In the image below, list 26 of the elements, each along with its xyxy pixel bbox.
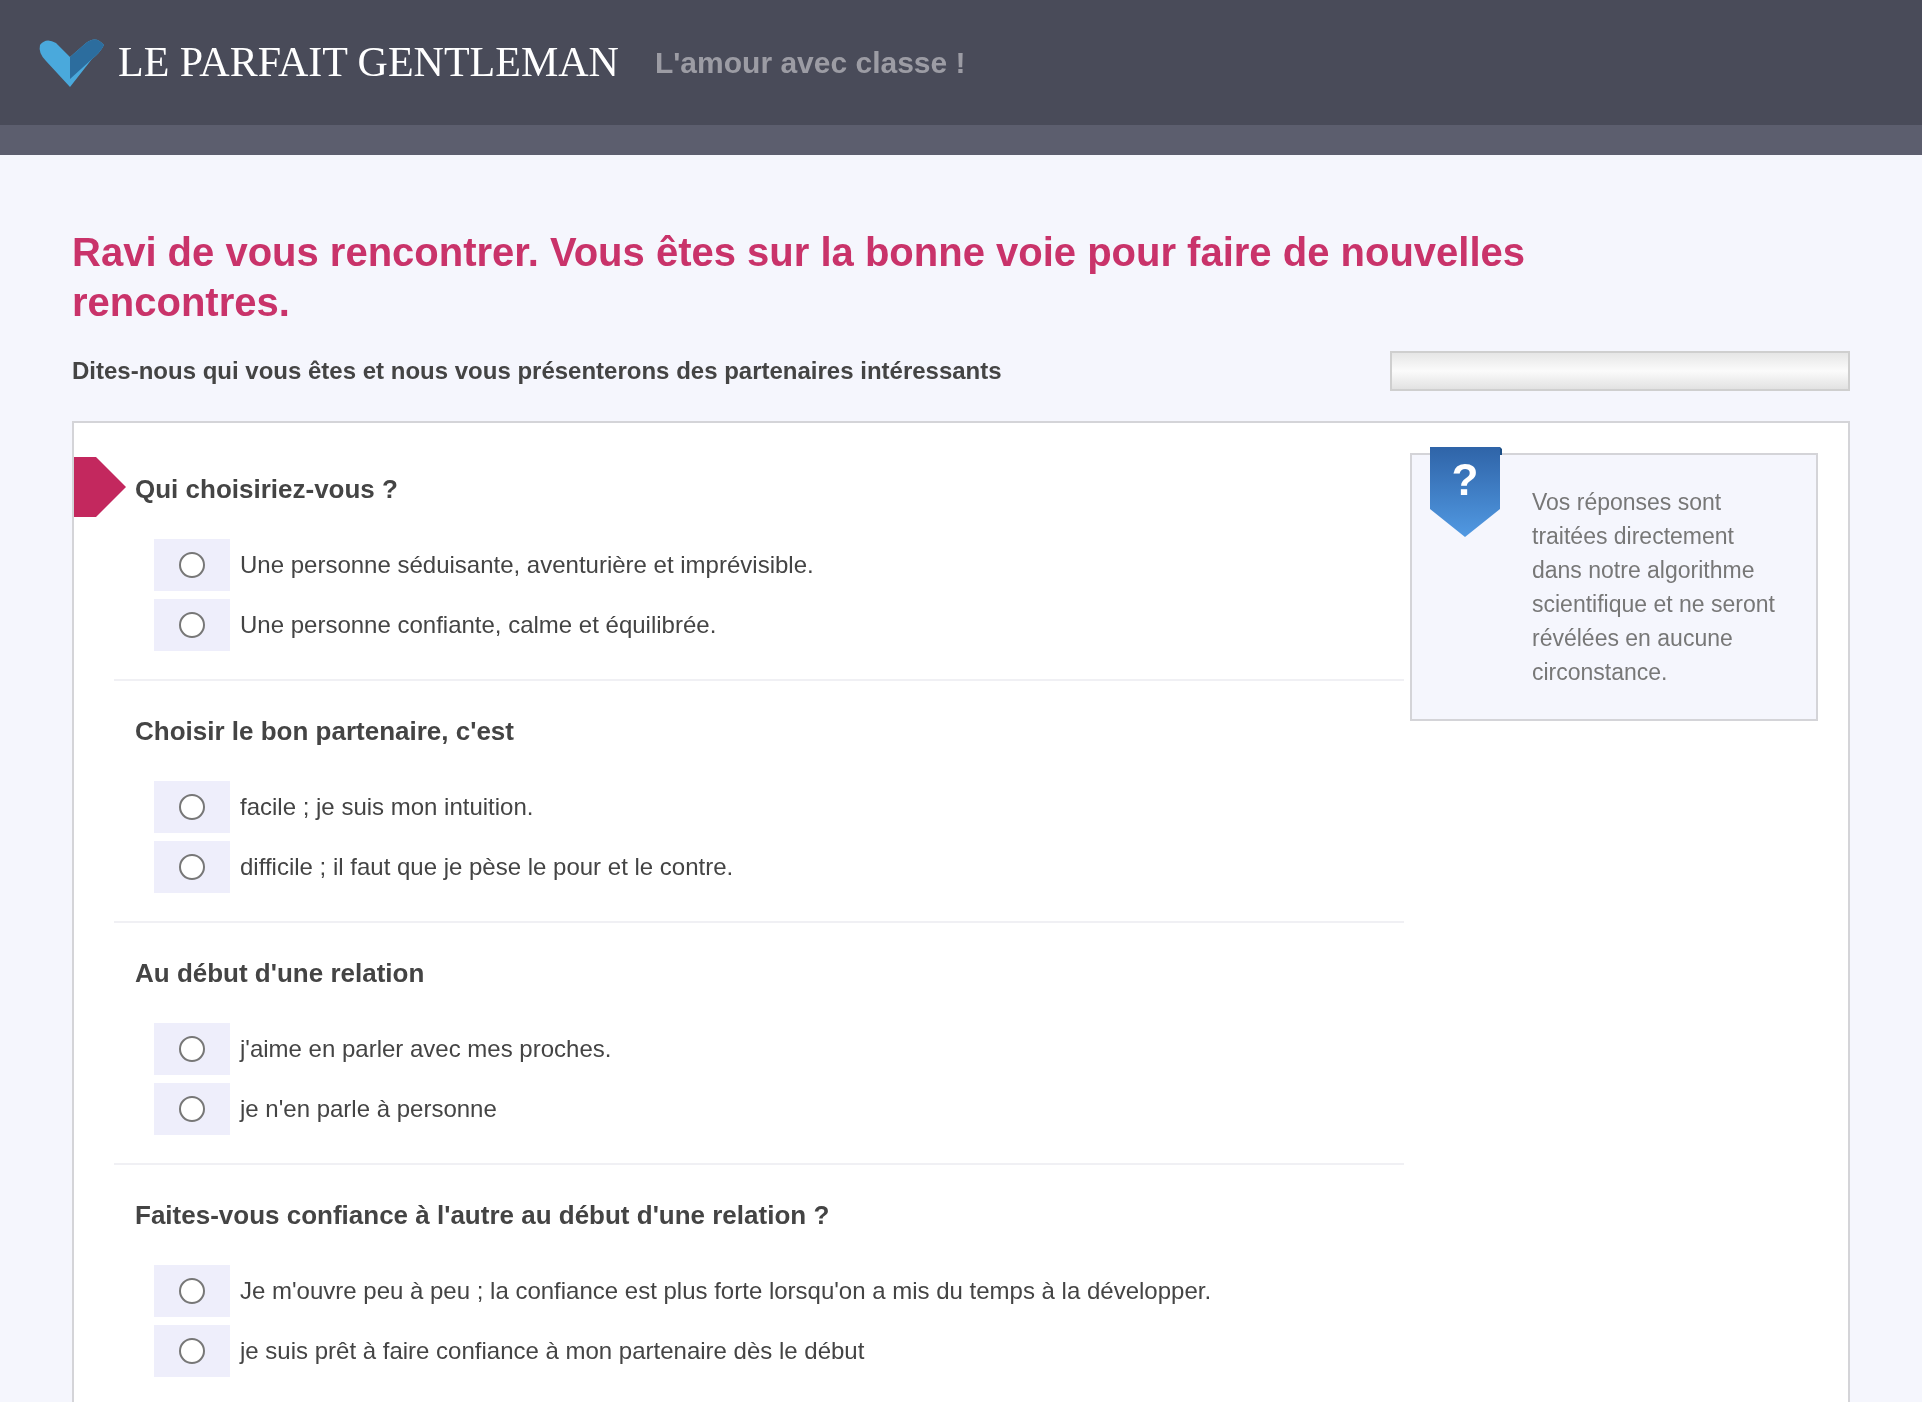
radio-button[interactable] <box>179 552 205 578</box>
radio-button[interactable] <box>179 612 205 638</box>
option-label[interactable]: Je m'ouvre peu à peu ; la confiance est plus forte lorsqu'on a mis du temps à la développer. <box>240 1273 1212 1309</box>
question-title: Faites-vous confiance à l'autre au début d'une relation ? <box>135 1198 830 1232</box>
option-label[interactable]: facile ; je suis mon intuition. <box>240 789 534 825</box>
question-badge-icon: ? <box>1430 447 1502 537</box>
option-label[interactable]: difficile ; il faut que je pèse le pour et le contre. <box>240 849 734 885</box>
question-title: Au début d'une relation <box>135 956 425 990</box>
radio-button[interactable] <box>179 1036 205 1062</box>
radio-button[interactable] <box>179 794 205 820</box>
tagline: L'amour avec classe ! <box>654 45 966 81</box>
option-label[interactable]: je n'en parle à personne <box>240 1091 497 1127</box>
option-label[interactable]: je suis prêt à faire confiance à mon partenaire dès le début <box>240 1333 865 1369</box>
option-label[interactable]: j'aime en parler avec mes proches. <box>240 1031 612 1067</box>
option-label[interactable]: Une personne confiante, calme et équilibrée. <box>240 607 717 643</box>
option-label[interactable]: Une personne séduisante, aventurière et imprévisible. <box>240 547 814 583</box>
radio-button[interactable] <box>179 854 205 880</box>
subheading: Dites-nous qui vous êtes et nous vous présenterons des partenaires intéressants <box>72 356 1002 386</box>
brand-name: LE PARFAIT GENTLEMAN <box>118 38 619 87</box>
radio-button[interactable] <box>179 1278 205 1304</box>
question-title: Qui choisiriez-vous ? <box>135 472 398 506</box>
question-title: Choisir le bon partenaire, c'est <box>135 714 514 748</box>
page-heading: Ravi de vous rencontrer. Vous êtes sur la bonne voie pour faire de nouvelles rencontres. <box>72 229 1527 326</box>
radio-button[interactable] <box>179 1096 205 1122</box>
privacy-note: Vos réponses sont traitées directement dans notre algorithme scientifique et ne seront révélées en aucune circonstance. <box>1532 488 1776 687</box>
radio-button[interactable] <box>179 1338 205 1364</box>
